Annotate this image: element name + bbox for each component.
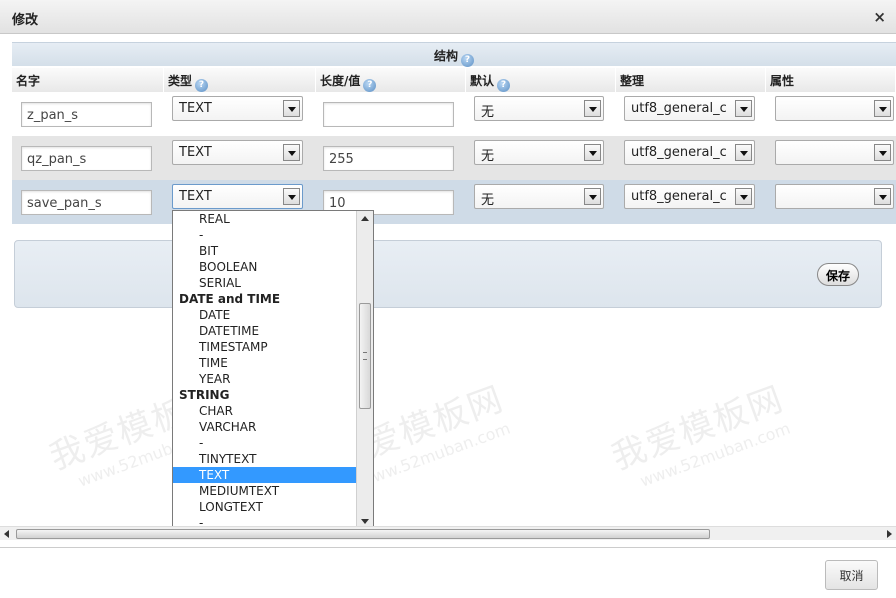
chevron-down-icon: [283, 188, 300, 205]
chevron-down-icon: [735, 188, 752, 205]
collation-select[interactable]: utf8_general_c: [624, 184, 755, 209]
chevron-down-icon: [584, 188, 601, 205]
dropdown-option[interactable]: -: [173, 435, 357, 451]
name-input[interactable]: qz_pan_s: [21, 146, 152, 171]
scroll-right-icon[interactable]: [887, 530, 892, 538]
dropdown-option[interactable]: -: [173, 227, 357, 243]
column-header-collation: 整理: [616, 68, 766, 92]
dropdown-option[interactable]: SERIAL: [173, 275, 357, 291]
help-icon[interactable]: ?: [195, 79, 209, 92]
dropdown-option[interactable]: TINYTEXT: [173, 451, 357, 467]
dropdown-option[interactable]: LONGTEXT: [173, 499, 357, 515]
name-input[interactable]: z_pan_s: [21, 102, 152, 127]
help-icon[interactable]: ?: [461, 54, 474, 67]
dropdown-option[interactable]: YEAR: [173, 371, 357, 387]
type-select[interactable]: TEXT: [172, 140, 303, 165]
table-row: save_pan_s TEXT 10 无 utf8_general_c: [12, 180, 896, 224]
scrollbar-thumb[interactable]: [16, 529, 710, 539]
table-row: qz_pan_s TEXT 255 无 utf8_general_c: [12, 136, 896, 180]
column-header-type: 类型?: [164, 68, 316, 92]
attribute-select[interactable]: [775, 96, 894, 121]
dropdown-option[interactable]: DATE: [173, 307, 357, 323]
column-header-attribute: 属性: [766, 68, 896, 92]
help-icon[interactable]: ?: [363, 79, 377, 92]
collation-select[interactable]: utf8_general_c: [624, 96, 755, 121]
chevron-down-icon: [283, 100, 300, 117]
structure-label: 结构: [433, 49, 458, 63]
dialog-title: 修改: [12, 13, 39, 28]
length-input[interactable]: [323, 102, 454, 127]
save-button[interactable]: 保存: [816, 263, 859, 286]
name-input[interactable]: save_pan_s: [21, 190, 152, 215]
dropdown-option[interactable]: BIT: [173, 243, 357, 259]
chevron-down-icon: [584, 100, 601, 117]
dialog-footer: 取消: [0, 547, 896, 598]
grip-icon: [363, 352, 367, 360]
default-select[interactable]: 无: [474, 140, 604, 165]
dropdown-option[interactable]: DATETIME: [173, 323, 357, 339]
chevron-down-icon: [584, 144, 601, 161]
scrollbar-thumb[interactable]: [359, 303, 371, 409]
collation-select[interactable]: utf8_general_c: [624, 140, 755, 165]
close-icon[interactable]: ×: [873, 8, 886, 26]
dropdown-option[interactable]: MEDIUMTEXT: [173, 483, 357, 499]
chevron-down-icon: [874, 100, 891, 117]
cancel-button[interactable]: 取消: [825, 560, 878, 590]
column-header-length: 长度/值?: [316, 68, 466, 92]
button-bar: 保存: [14, 240, 882, 308]
default-select[interactable]: 无: [474, 184, 604, 209]
column-headers: 名字 类型? 长度/值? 默认? 整理 属性: [12, 68, 896, 92]
chevron-down-icon: [283, 144, 300, 161]
scroll-up-icon[interactable]: [361, 216, 369, 221]
column-header-default: 默认?: [466, 68, 616, 92]
table-row: z_pan_s TEXT 无 utf8_general_c: [12, 92, 896, 136]
default-select[interactable]: 无: [474, 96, 604, 121]
length-input[interactable]: 255: [323, 146, 454, 171]
dropdown-scrollbar[interactable]: [356, 211, 373, 529]
dropdown-group-label: DATE and TIME: [179, 292, 281, 306]
attribute-select[interactable]: [775, 140, 894, 165]
dropdown-option[interactable]: TIME: [173, 355, 357, 371]
scroll-down-icon[interactable]: [361, 519, 369, 524]
horizontal-scrollbar[interactable]: [0, 526, 896, 540]
chevron-down-icon: [874, 144, 891, 161]
dropdown-option[interactable]: REAL: [173, 211, 357, 227]
dropdown-option[interactable]: VARCHAR: [173, 419, 357, 435]
scroll-left-icon[interactable]: [4, 530, 9, 538]
chevron-down-icon: [735, 100, 752, 117]
dialog-titlebar: 修改 ×: [0, 0, 896, 34]
dropdown-option[interactable]: CHAR: [173, 403, 357, 419]
structure-header: 结构?: [12, 42, 896, 67]
type-select[interactable]: TEXT: [172, 184, 303, 209]
type-dropdown-list[interactable]: REAL - BIT BOOLEAN SERIAL DATE and TIME …: [172, 210, 374, 530]
help-icon[interactable]: ?: [497, 79, 511, 92]
chevron-down-icon: [735, 144, 752, 161]
dropdown-group-label: STRING: [179, 388, 230, 402]
chevron-down-icon: [874, 188, 891, 205]
dropdown-option[interactable]: BOOLEAN: [173, 259, 357, 275]
dropdown-option-selected[interactable]: TEXT: [173, 467, 357, 483]
dropdown-option[interactable]: TIMESTAMP: [173, 339, 357, 355]
watermark: 我爱模板网www.52muban.com: [606, 378, 793, 491]
column-header-name: 名字: [12, 68, 164, 92]
type-select[interactable]: TEXT: [172, 96, 303, 121]
attribute-select[interactable]: [775, 184, 894, 209]
